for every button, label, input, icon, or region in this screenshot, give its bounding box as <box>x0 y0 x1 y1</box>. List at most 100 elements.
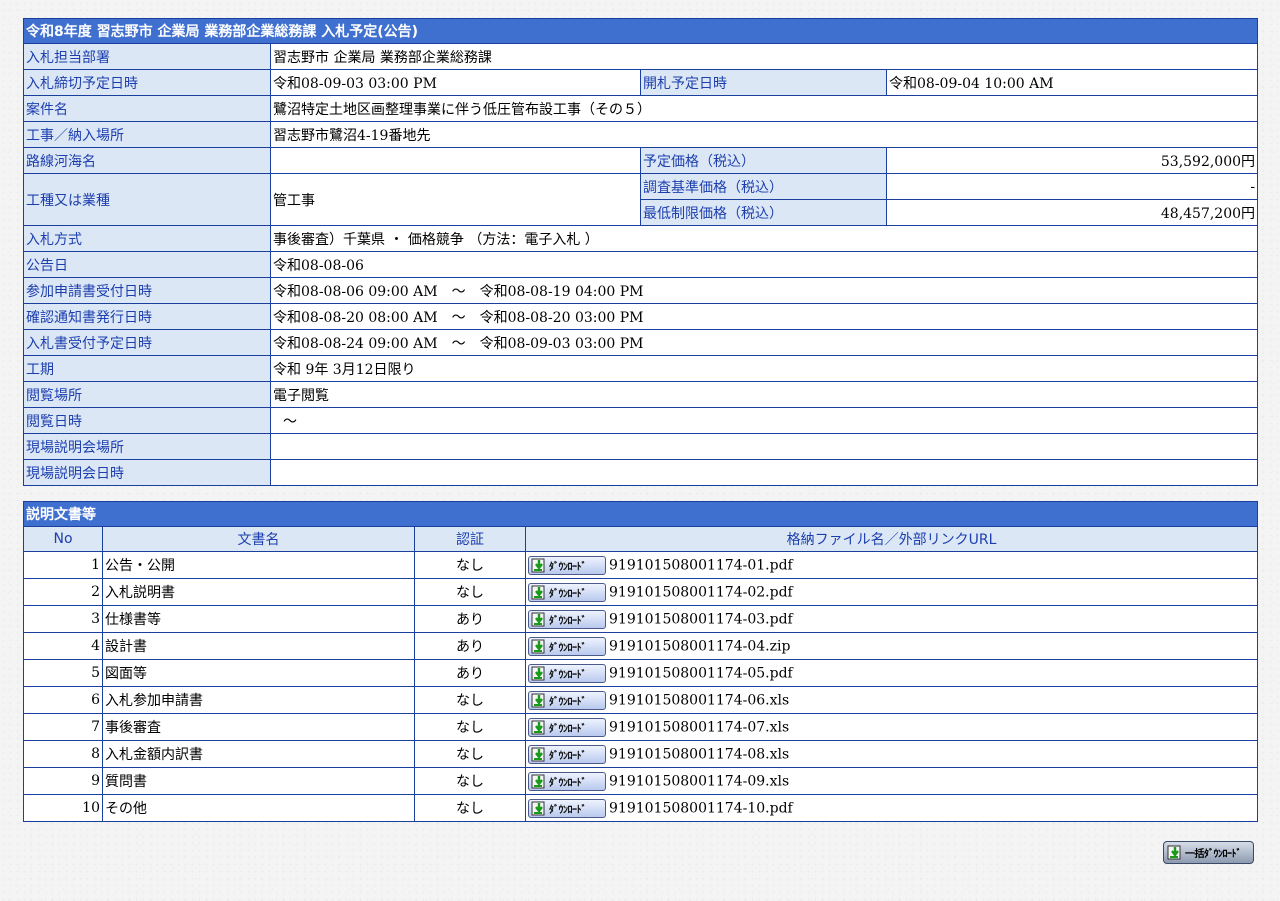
download-icon <box>531 693 545 707</box>
table-row: 7 事後審査 なし ﾀﾞｳﾝﾛｰﾄﾞ 919101508001174-07.xls <box>23 713 1258 741</box>
doc-no: 7 <box>23 713 103 741</box>
file-name[interactable]: 919101508001174-09.xls <box>609 773 789 789</box>
bid-receipt-label: 入札書受付予定日時 <box>23 329 271 356</box>
download-label: ﾀﾞｳﾝﾛｰﾄﾞ <box>549 588 587 600</box>
download-label: ﾀﾞｳﾝﾛｰﾄﾞ <box>549 561 587 573</box>
doc-file-cell: ﾀﾞｳﾝﾛｰﾄﾞ 919101508001174-01.pdf <box>525 551 1258 579</box>
category-label: 工種又は業種 <box>23 173 271 226</box>
project-value: 鷺沼特定土地区画整理事業に伴う低圧管布設工事（その５） <box>269 95 1259 122</box>
doc-auth: なし <box>414 767 526 795</box>
briefing-date-label: 現場説明会日時 <box>23 459 271 486</box>
col-header-file: 格納ファイル名／外部リンクURL <box>525 526 1258 552</box>
dept-value: 習志野市 企業局 業務部企業総務課 <box>269 43 1259 70</box>
download-icon <box>531 720 545 734</box>
table-row: 9 質問書 なし ﾀﾞｳﾝﾛｰﾄﾞ 919101508001174-09.xls <box>23 767 1258 795</box>
file-name[interactable]: 919101508001174-03.pdf <box>609 611 793 627</box>
doc-name: 公告・公開 <box>102 551 415 579</box>
doc-no: 5 <box>23 659 103 687</box>
doc-name: 仕様書等 <box>102 605 415 633</box>
method-value: 事後審査）千葉県 ・ 価格競争 （方法：電子入札 ） <box>269 225 1259 252</box>
tender-info-title: 令和8年度 習志野市 企業局 業務部企業総務課 入札予定(公告) <box>22 18 1259 44</box>
doc-auth: なし <box>414 551 526 579</box>
download-button[interactable]: ﾀﾞｳﾝﾛｰﾄﾞ <box>528 744 606 764</box>
doc-name: 入札参加申請書 <box>102 686 415 714</box>
period-value: 令和 9年 3月12日限り <box>269 355 1259 382</box>
download-button[interactable]: ﾀﾞｳﾝﾛｰﾄﾞ <box>528 798 606 818</box>
confirmation-label: 確認通知書発行日時 <box>23 303 271 330</box>
doc-file-cell: ﾀﾞｳﾝﾛｰﾄﾞ 919101508001174-06.xls <box>525 686 1258 714</box>
opening-value: 令和08-09-04 10:00 AM <box>885 69 1259 96</box>
planned-price-label: 予定価格（税込） <box>640 147 887 174</box>
doc-auth: なし <box>414 713 526 741</box>
download-label: ﾀﾞｳﾝﾛｰﾄﾞ <box>549 804 587 816</box>
download-button[interactable]: ﾀﾞｳﾝﾛｰﾄﾞ <box>528 555 606 575</box>
download-button[interactable]: ﾀﾞｳﾝﾛｰﾄﾞ <box>528 582 606 602</box>
application-label: 参加申請書受付日時 <box>23 277 271 304</box>
doc-name: その他 <box>102 794 415 822</box>
file-name[interactable]: 919101508001174-07.xls <box>609 719 789 735</box>
download-button[interactable]: ﾀﾞｳﾝﾛｰﾄﾞ <box>528 771 606 791</box>
doc-auth: あり <box>414 659 526 687</box>
download-button[interactable]: ﾀﾞｳﾝﾛｰﾄﾞ <box>528 636 606 656</box>
tender-info-table: 令和8年度 習志野市 企業局 業務部企業総務課 入札予定(公告) 入札担当部署 … <box>22 18 1259 486</box>
briefing-date-value <box>269 459 1259 486</box>
download-label: ﾀﾞｳﾝﾛｰﾄﾞ <box>549 669 587 681</box>
file-name[interactable]: 919101508001174-02.pdf <box>609 584 793 600</box>
viewing-date-label: 閲覧日時 <box>23 407 271 434</box>
period-label: 工期 <box>23 355 271 382</box>
download-label: ﾀﾞｳﾝﾛｰﾄﾞ <box>549 642 587 654</box>
documents-title: 説明文書等 <box>23 501 1258 527</box>
doc-name: 入札金額内訳書 <box>102 740 415 768</box>
bulk-download-button[interactable]: 一括ﾀﾞｳﾝﾛｰﾄﾞ <box>1163 841 1254 864</box>
download-icon <box>531 612 545 626</box>
viewing-place-value: 電子閲覧 <box>269 381 1259 408</box>
col-header-name: 文書名 <box>102 526 415 552</box>
download-button[interactable]: ﾀﾞｳﾝﾛｰﾄﾞ <box>528 609 606 629</box>
survey-price-label: 調査基準価格（税込） <box>640 173 887 200</box>
planned-price-value: 53,592,000円 <box>885 147 1259 174</box>
doc-name: 事後審査 <box>102 713 415 741</box>
doc-auth: なし <box>414 740 526 768</box>
confirmation-value: 令和08-08-20 08:00 AM ～ 令和08-08-20 03:00 P… <box>269 303 1259 330</box>
download-button[interactable]: ﾀﾞｳﾝﾛｰﾄﾞ <box>528 663 606 683</box>
download-button[interactable]: ﾀﾞｳﾝﾛｰﾄﾞ <box>528 717 606 737</box>
doc-file-cell: ﾀﾞｳﾝﾛｰﾄﾞ 919101508001174-04.zip <box>525 632 1258 660</box>
doc-auth: あり <box>414 632 526 660</box>
doc-no: 10 <box>23 794 103 822</box>
doc-name: 入札説明書 <box>102 578 415 606</box>
viewing-date-value: ～ <box>269 407 1259 434</box>
download-icon <box>531 639 545 653</box>
doc-name: 図面等 <box>102 659 415 687</box>
location-value: 習志野市鷺沼4-19番地先 <box>269 121 1259 148</box>
table-row: 10 その他 なし ﾀﾞｳﾝﾛｰﾄﾞ 919101508001174-10.pdf <box>23 794 1258 822</box>
file-name[interactable]: 919101508001174-04.zip <box>609 638 790 654</box>
doc-no: 6 <box>23 686 103 714</box>
file-name[interactable]: 919101508001174-05.pdf <box>609 665 793 681</box>
file-name[interactable]: 919101508001174-01.pdf <box>609 557 793 573</box>
file-name[interactable]: 919101508001174-06.xls <box>609 692 789 708</box>
download-button[interactable]: ﾀﾞｳﾝﾛｰﾄﾞ <box>528 690 606 710</box>
doc-auth: あり <box>414 605 526 633</box>
doc-name: 質問書 <box>102 767 415 795</box>
application-value: 令和08-08-06 09:00 AM ～ 令和08-08-19 04:00 P… <box>269 277 1259 304</box>
dept-label: 入札担当部署 <box>23 43 271 70</box>
survey-price-value: - <box>885 173 1259 200</box>
file-name[interactable]: 919101508001174-08.xls <box>609 746 789 762</box>
file-name[interactable]: 919101508001174-10.pdf <box>609 800 793 816</box>
download-icon <box>531 747 545 761</box>
download-icon <box>531 585 545 599</box>
download-icon <box>531 558 545 572</box>
bid-receipt-value: 令和08-08-24 09:00 AM ～ 令和08-09-03 03:00 P… <box>269 329 1259 356</box>
notice-date-value: 令和08-08-06 <box>269 251 1259 278</box>
location-label: 工事／納入場所 <box>23 121 271 148</box>
download-label: ﾀﾞｳﾝﾛｰﾄﾞ <box>549 696 587 708</box>
download-icon <box>531 666 545 680</box>
download-label: ﾀﾞｳﾝﾛｰﾄﾞ <box>549 615 587 627</box>
table-row: 5 図面等 あり ﾀﾞｳﾝﾛｰﾄﾞ 919101508001174-05.pdf <box>23 659 1258 687</box>
route-value <box>270 147 641 174</box>
notice-date-label: 公告日 <box>23 251 271 278</box>
doc-file-cell: ﾀﾞｳﾝﾛｰﾄﾞ 919101508001174-02.pdf <box>525 578 1258 606</box>
doc-auth: なし <box>414 794 526 822</box>
route-label: 路線河海名 <box>23 147 271 174</box>
doc-no: 4 <box>23 632 103 660</box>
